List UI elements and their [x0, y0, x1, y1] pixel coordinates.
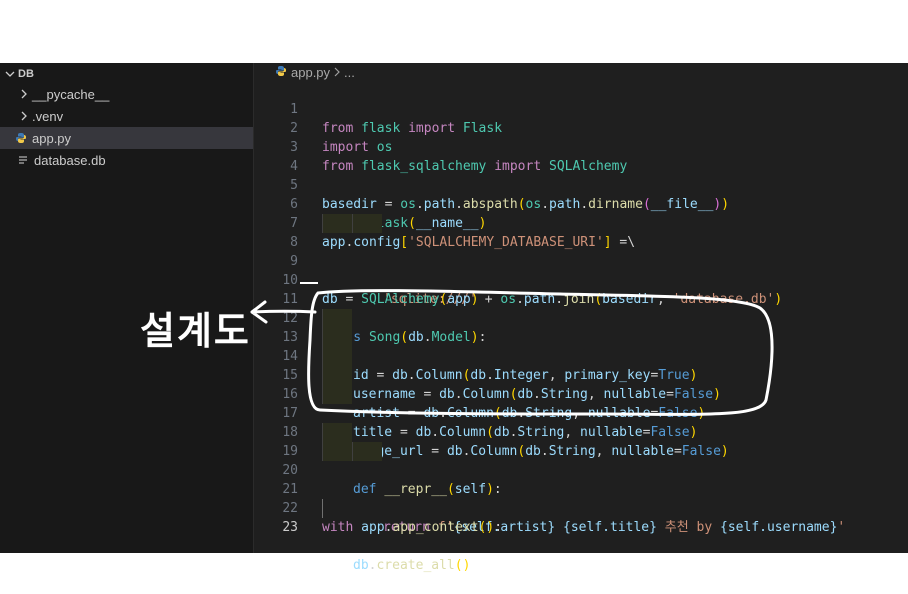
python-file-icon — [14, 131, 28, 145]
code-token: {self.username} — [720, 520, 838, 535]
code-line: 21 — [254, 461, 908, 497]
python-file-icon — [275, 65, 287, 80]
tree-item-app-py[interactable]: app.py — [0, 127, 253, 149]
code-line: 18 — [254, 404, 908, 440]
code-line: 10 db = SQLAlchemy(app) — [254, 252, 908, 307]
code-line: 22 with app.app_context(): — [254, 480, 908, 535]
indent-guide — [322, 366, 352, 385]
database-file-icon — [16, 153, 30, 167]
chevron-right-icon — [16, 86, 32, 102]
indent-guide — [322, 328, 352, 347]
explorer-root-db[interactable]: DB — [0, 63, 253, 85]
code-line: 1 from flask import Flask — [254, 81, 908, 136]
code-editor[interactable]: 1 from flask import Flask 2 import os 3 … — [254, 81, 908, 573]
tree-item-venv[interactable]: .venv — [0, 105, 253, 127]
code-token: {self.title} — [563, 520, 657, 535]
indent-guide — [322, 214, 352, 233]
code-token: create_all — [376, 558, 455, 573]
code-line: 7 app.config['SQLALCHEMY_DATABASE_URI'] … — [254, 195, 908, 250]
chevron-right-icon — [16, 108, 32, 124]
indent-guide — [322, 442, 352, 461]
tree-item-label: app.py — [32, 130, 72, 146]
code-line: 20 return f'{self.artist} {self.title} 추… — [254, 442, 908, 535]
code-token: with — [322, 520, 354, 535]
tree-item-label: database.db — [34, 152, 106, 168]
code-line: 16 title = db.Column(db.String, nullable… — [254, 366, 908, 440]
code-line: 4 — [254, 138, 908, 174]
indent-guide — [322, 347, 352, 366]
code-line: 12 class Song(db.Model): — [254, 290, 908, 345]
annotation-text: 설계도 — [140, 309, 251, 353]
code-line: 13 id = db.Column(db.Integer, primary_ke… — [254, 309, 908, 383]
indent-guide — [322, 309, 352, 328]
indent-guide — [322, 423, 352, 442]
code-line: 5 basedir = os.path.abspath(os.path.dirn… — [254, 157, 908, 212]
indent-guide — [322, 385, 352, 404]
code-token: app — [361, 520, 385, 535]
chevron-right-icon — [333, 65, 341, 80]
code-line: 11 — [254, 271, 908, 307]
code-line: 15 artist = db.Column(db.String, nullabl… — [254, 347, 908, 421]
code-line: 9 — [254, 233, 908, 269]
indent-guide — [352, 214, 382, 233]
breadcrumb-file[interactable]: app.py — [291, 65, 330, 80]
indent-guide — [352, 442, 382, 461]
tree-item-database-db[interactable]: database.db — [0, 149, 253, 171]
tree-item-label: __pycache__ — [32, 86, 110, 102]
code-line: 8 'sqlite:///' + os.path.join(basedir, '… — [254, 214, 908, 307]
code-token: 추천 by — [656, 520, 721, 535]
code-token: db — [353, 558, 369, 573]
editor-window: DB __pycache__ .venv app.py database.db — [0, 63, 908, 573]
code-line-active: 23 db.create_all() — [254, 499, 908, 573]
tree-item-pycache[interactable]: __pycache__ — [0, 83, 253, 105]
breadcrumb[interactable]: app.py ... — [254, 63, 908, 81]
code-line: 17 image_url = db.Column(db.String, null… — [254, 385, 908, 459]
line-number: 23 — [282, 520, 298, 535]
code-line: 19 def __repr__(self): — [254, 423, 908, 497]
explorer-root-label: DB — [18, 68, 34, 80]
code-line: 6 app = Flask(__name__) — [254, 176, 908, 231]
tree-item-label: .venv — [32, 108, 64, 124]
code-token: ' — [837, 520, 846, 535]
code-line: 14 username = db.Column(db.String, nulla… — [254, 328, 908, 402]
code-line: 3 from flask_sqlalchemy import SQLAlchem… — [254, 119, 908, 174]
breadcrumb-more[interactable]: ... — [344, 65, 355, 80]
indent-guide — [322, 499, 352, 518]
chevron-down-icon — [2, 66, 18, 82]
code-line: 2 import os — [254, 100, 908, 155]
code-token: app_context — [392, 520, 479, 535]
